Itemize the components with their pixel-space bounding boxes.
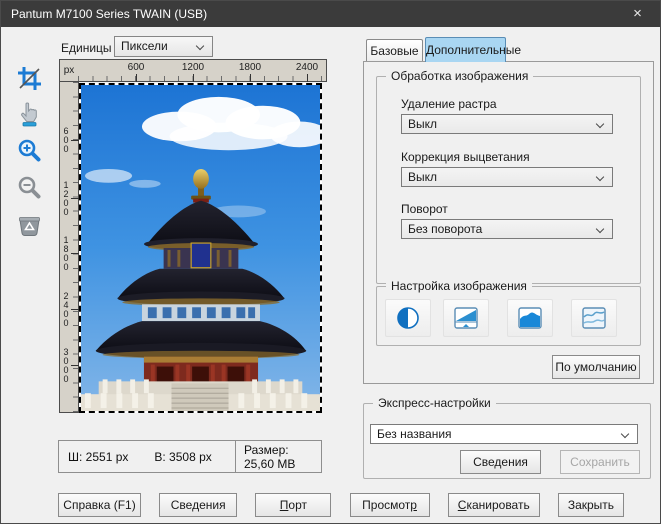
vertical-ruler: 600 1200 1800 2400 3000: [59, 82, 79, 413]
recycle-bin-icon: [19, 217, 40, 237]
temple-of-heaven-photo: [81, 85, 320, 411]
title-bar: Pantum M7100 Series TWAIN (USB) ×: [1, 1, 660, 27]
size-value: Размер: 25,60 MB: [244, 442, 296, 471]
v-tick-label: 1800: [61, 235, 79, 271]
width-value: Ш: 2551 px: [68, 449, 129, 464]
crop-tool-button[interactable]: [16, 65, 43, 92]
chevron-down-icon: [620, 429, 630, 439]
v-tick-label: 600: [61, 126, 79, 153]
chevron-down-icon: [595, 119, 605, 129]
saturation-icon: [518, 307, 542, 329]
ruler-unit-box: px: [59, 59, 79, 82]
scan-button[interactable]: Сканировать: [447, 493, 540, 517]
zoom-out-icon: [18, 176, 41, 199]
group-title: Экспресс-настройки: [373, 396, 496, 410]
preset-details-button[interactable]: Сведения: [460, 450, 541, 474]
preview-button[interactable]: Просмот р: [349, 493, 430, 517]
delete-preview-button[interactable]: [16, 212, 43, 239]
close-icon[interactable]: ×: [615, 1, 660, 27]
crop-icon: [18, 67, 41, 90]
size-box: Размер: 25,60 MB: [235, 440, 322, 473]
ruler-minor-ticks: [78, 76, 326, 81]
port-button[interactable]: Порт: [255, 493, 332, 517]
h-tick-label: 600: [116, 62, 156, 82]
v-tick-label: 1200: [61, 180, 79, 216]
curves-icon: [582, 307, 606, 329]
group-title: Настройка изображения: [386, 279, 532, 293]
contrast-button[interactable]: [385, 299, 431, 337]
chevron-down-icon: [595, 172, 605, 182]
ruler-minor-ticks: [73, 82, 78, 412]
group-title: Обработка изображения: [386, 69, 534, 83]
image-adjustment-group: Настройка изображения: [376, 279, 641, 346]
horizontal-ruler: 600 1200 1800 2400: [78, 59, 327, 82]
default-button[interactable]: По умолчанию: [552, 355, 640, 379]
preset-save-button[interactable]: Сохранить: [560, 450, 640, 474]
h-tick-label: 2400: [287, 62, 327, 82]
brightness-button[interactable]: [443, 299, 489, 337]
descreen-label: Удаление растра: [401, 97, 497, 111]
advanced-tab-panel: Обработка изображения Удаление растра Вы…: [363, 61, 654, 384]
rotation-label: Поворот: [401, 202, 448, 216]
h-tick-label: 1200: [173, 62, 213, 82]
contrast-icon: [397, 307, 419, 329]
rotation-dropdown[interactable]: Без поворота: [401, 219, 613, 239]
chevron-down-icon: [195, 41, 205, 51]
image-processing-group: Обработка изображения Удаление растра Вы…: [376, 69, 641, 284]
chevron-down-icon: [595, 224, 605, 234]
info-button[interactable]: Сведения: [159, 493, 238, 517]
fading-correction-label: Коррекция выцветания: [401, 150, 530, 164]
footer-buttons: Справка (F1) Сведения Порт Просмот р Скан…: [58, 493, 624, 517]
preset-dropdown[interactable]: Без названия: [370, 424, 638, 444]
height-value: В: 3508 px: [154, 449, 212, 464]
tab-basic[interactable]: Базовые: [366, 39, 423, 62]
units-dropdown[interactable]: Пиксели: [114, 36, 213, 57]
zoom-in-icon: [18, 139, 41, 162]
descreen-dropdown[interactable]: Выкл: [401, 114, 613, 134]
tab-advanced[interactable]: Дополнительные: [425, 37, 521, 62]
fading-correction-dropdown[interactable]: Выкл: [401, 167, 613, 187]
dimensions-box: Ш: 2551 px В: 3508 px: [58, 440, 236, 473]
h-tick-label: 1800: [230, 62, 270, 82]
brightness-icon: [454, 307, 478, 329]
preview-image[interactable]: [79, 83, 322, 413]
units-value: Пиксели: [121, 39, 168, 53]
help-button[interactable]: Справка (F1): [58, 493, 141, 517]
curves-button[interactable]: [571, 299, 617, 337]
window-title: Pantum M7100 Series TWAIN (USB): [11, 7, 208, 21]
pan-tool-button[interactable]: [16, 101, 43, 128]
zoom-in-tool-button[interactable]: [16, 137, 43, 164]
express-settings-group: Экспресс-настройки Без названия Сведения…: [363, 396, 651, 479]
saturation-button[interactable]: [507, 299, 553, 337]
v-tick-label: 3000: [61, 347, 79, 383]
units-label: Единицы: [61, 41, 112, 55]
hand-icon: [21, 102, 37, 127]
close-button[interactable]: Закрыть: [557, 493, 624, 517]
zoom-out-tool-button[interactable]: [16, 174, 43, 201]
v-tick-label: 2400: [61, 291, 79, 327]
